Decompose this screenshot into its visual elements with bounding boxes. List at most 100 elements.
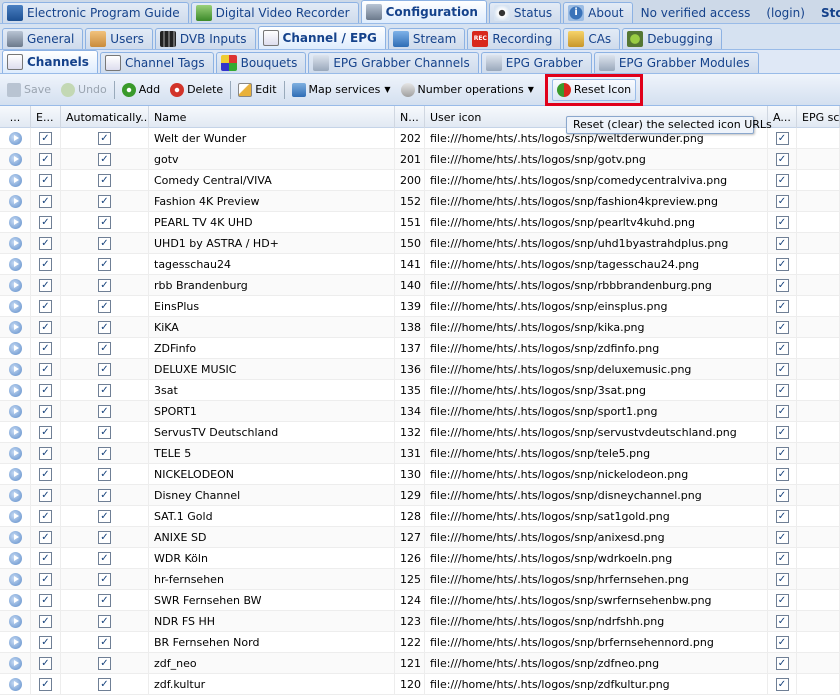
channel-number[interactable]: 123	[395, 611, 425, 631]
user-icon-url[interactable]: file:///home/hts/.hts/logos/snp/brfernse…	[425, 632, 768, 652]
channel-number[interactable]: 200	[395, 170, 425, 190]
channel-number[interactable]: 139	[395, 296, 425, 316]
channel-name[interactable]: SAT.1 Gold	[149, 506, 395, 526]
tab-configuration[interactable]: Configuration	[360, 0, 487, 23]
column-header-epg-source[interactable]: EPG sc	[797, 106, 840, 128]
automatically-checkbox[interactable]: ✓	[98, 425, 111, 439]
table-row[interactable]: ✓ ✓ KiKA 138 file:///home/hts/.hts/logos/snp…	[0, 317, 840, 338]
column-header-enabled[interactable]: E...	[31, 106, 61, 128]
play-icon[interactable]	[8, 152, 22, 166]
epg-source-cell[interactable]	[797, 380, 840, 400]
enabled-checkbox[interactable]: ✓	[39, 635, 52, 649]
a-checkbox[interactable]: ✓	[775, 131, 789, 145]
automatically-checkbox[interactable]: ✓	[98, 362, 111, 376]
user-icon-url[interactable]: file:///home/hts/.hts/logos/snp/comedyce…	[425, 170, 768, 190]
play-icon[interactable]	[8, 299, 22, 313]
user-icon-url[interactable]: file:///home/hts/.hts/logos/snp/wdrkoeln…	[425, 548, 768, 568]
epg-source-cell[interactable]	[797, 338, 840, 358]
enabled-checkbox[interactable]: ✓	[39, 677, 52, 691]
a-checkbox[interactable]: ✓	[775, 152, 789, 166]
enabled-checkbox[interactable]: ✓	[39, 215, 52, 229]
automatically-checkbox[interactable]: ✓	[98, 131, 111, 145]
add-button[interactable]: Add	[117, 79, 165, 101]
enabled-checkbox[interactable]: ✓	[39, 614, 52, 628]
enabled-checkbox[interactable]: ✓	[39, 152, 52, 166]
channel-number[interactable]: 141	[395, 254, 425, 274]
play-icon[interactable]	[8, 320, 22, 334]
automatically-checkbox[interactable]: ✓	[98, 593, 111, 607]
tab-bouquets[interactable]: Bouquets	[215, 52, 307, 73]
table-row[interactable]: ✓ ✓ SPORT1 134 file:///home/hts/.hts/logos/s…	[0, 401, 840, 422]
play-icon[interactable]	[8, 257, 22, 271]
user-icon-url[interactable]: file:///home/hts/.hts/logos/snp/pearltv4…	[425, 212, 768, 232]
automatically-checkbox[interactable]: ✓	[98, 488, 111, 502]
tab-debugging[interactable]: Debugging	[622, 28, 722, 49]
automatically-checkbox[interactable]: ✓	[98, 341, 111, 355]
epg-source-cell[interactable]	[797, 506, 840, 526]
user-icon-url[interactable]: file:///home/hts/.hts/logos/snp/zdfinfo.…	[425, 338, 768, 358]
channel-number[interactable]: 129	[395, 485, 425, 505]
play-icon[interactable]	[8, 215, 22, 229]
undo-button[interactable]: Undo	[56, 79, 112, 101]
tab-dvb-inputs[interactable]: DVB Inputs	[154, 28, 256, 49]
play-icon[interactable]	[8, 404, 22, 418]
play-icon[interactable]	[8, 383, 22, 397]
epg-source-cell[interactable]	[797, 464, 840, 484]
table-row[interactable]: ✓ ✓ SAT.1 Gold 128 file:///home/hts/.hts/log…	[0, 506, 840, 527]
channel-number[interactable]: 120	[395, 674, 425, 694]
play-icon[interactable]	[8, 467, 22, 481]
tab-channels[interactable]: Channels	[2, 50, 98, 73]
user-icon-url[interactable]: file:///home/hts/.hts/logos/snp/sport1.p…	[425, 401, 768, 421]
tab-channel-tags[interactable]: Channel Tags	[99, 52, 214, 73]
epg-source-cell[interactable]	[797, 191, 840, 211]
channel-number[interactable]: 132	[395, 422, 425, 442]
channel-name[interactable]: Disney Channel	[149, 485, 395, 505]
enabled-checkbox[interactable]: ✓	[39, 278, 52, 292]
epg-source-cell[interactable]	[797, 128, 840, 148]
enabled-checkbox[interactable]: ✓	[39, 509, 52, 523]
channel-name[interactable]: ZDFinfo	[149, 338, 395, 358]
tab-users[interactable]: Users	[85, 28, 153, 49]
a-checkbox[interactable]: ✓	[775, 425, 789, 439]
user-icon-url[interactable]: file:///home/hts/.hts/logos/snp/servustv…	[425, 422, 768, 442]
channel-name[interactable]: Fashion 4K Preview	[149, 191, 395, 211]
column-header-play[interactable]: ...	[0, 106, 31, 128]
automatically-checkbox[interactable]: ✓	[98, 299, 111, 313]
user-icon-url[interactable]: file:///home/hts/.hts/logos/snp/nickelod…	[425, 464, 768, 484]
user-icon-url[interactable]: file:///home/hts/.hts/logos/snp/ndrfshh.…	[425, 611, 768, 631]
automatically-checkbox[interactable]: ✓	[98, 236, 111, 250]
channel-name[interactable]: Comedy Central/VIVA	[149, 170, 395, 190]
table-row[interactable]: ✓ ✓ BR Fernsehen Nord 122 file:///home/hts/.…	[0, 632, 840, 653]
automatically-checkbox[interactable]: ✓	[98, 194, 111, 208]
a-checkbox[interactable]: ✓	[775, 446, 789, 460]
a-checkbox[interactable]: ✓	[775, 509, 789, 523]
login-link[interactable]: (login)	[758, 2, 813, 23]
enabled-checkbox[interactable]: ✓	[39, 572, 52, 586]
a-checkbox[interactable]: ✓	[775, 467, 789, 481]
enabled-checkbox[interactable]: ✓	[39, 551, 52, 565]
channel-number[interactable]: 150	[395, 233, 425, 253]
table-row[interactable]: ✓ ✓ TELE 5 131 file:///home/hts/.hts/logos/s…	[0, 443, 840, 464]
epg-source-cell[interactable]	[797, 149, 840, 169]
play-icon[interactable]	[8, 509, 22, 523]
channel-number[interactable]: 138	[395, 317, 425, 337]
epg-source-cell[interactable]	[797, 611, 840, 631]
play-icon[interactable]	[8, 530, 22, 544]
user-icon-url[interactable]: file:///home/hts/.hts/logos/snp/kika.png	[425, 317, 768, 337]
column-header-a[interactable]: A...	[768, 106, 797, 128]
automatically-checkbox[interactable]: ✓	[98, 257, 111, 271]
a-checkbox[interactable]: ✓	[775, 362, 789, 376]
table-row[interactable]: ✓ ✓ NDR FS HH 123 file:///home/hts/.hts/logo…	[0, 611, 840, 632]
a-checkbox[interactable]: ✓	[775, 320, 789, 334]
automatically-checkbox[interactable]: ✓	[98, 677, 111, 691]
enabled-checkbox[interactable]: ✓	[39, 425, 52, 439]
table-row[interactable]: ✓ ✓ zdf_neo 121 file:///home/hts/.hts/logos/…	[0, 653, 840, 674]
channel-name[interactable]: TELE 5	[149, 443, 395, 463]
automatically-checkbox[interactable]: ✓	[98, 173, 111, 187]
epg-source-cell[interactable]	[797, 275, 840, 295]
map-services-button[interactable]: Map services ▼	[287, 79, 396, 101]
automatically-checkbox[interactable]: ✓	[98, 446, 111, 460]
table-row[interactable]: ✓ ✓ gotv 201 file:///home/hts/.hts/logos/snp…	[0, 149, 840, 170]
channel-number[interactable]: 126	[395, 548, 425, 568]
a-checkbox[interactable]: ✓	[775, 257, 789, 271]
